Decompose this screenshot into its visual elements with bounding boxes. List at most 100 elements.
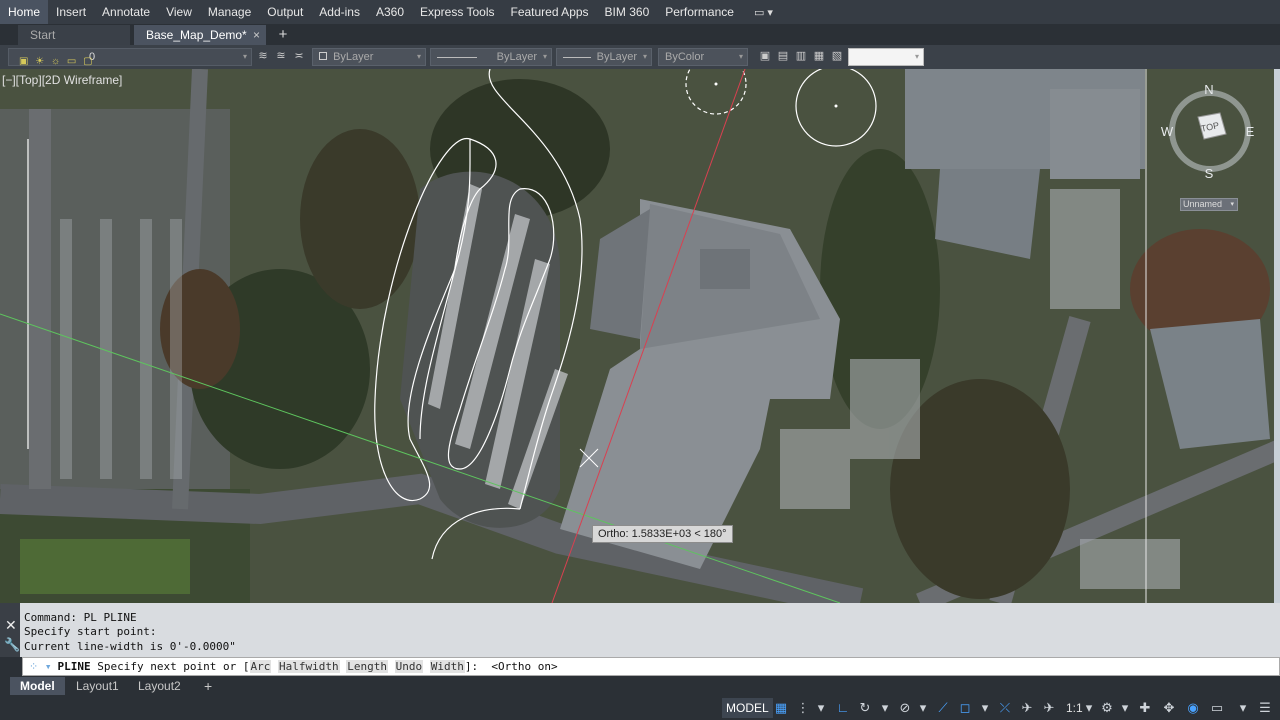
ucs-label: Unnamed: [1183, 199, 1223, 209]
chevron-down-icon: ▾: [1230, 201, 1234, 208]
viewport-controls-label[interactable]: [−][Top][2D Wireframe]: [2, 73, 122, 87]
command-prompt-end: ]: <Ortho on>: [464, 660, 558, 673]
command-prompt-icon[interactable]: ⁘ ▾: [23, 660, 57, 673]
tab-model[interactable]: Model: [10, 677, 65, 695]
chevron-down-icon[interactable]: ▾: [914, 699, 932, 717]
ortho-icon[interactable]: ∟: [834, 699, 852, 717]
plotstyle-value: ByColor: [665, 51, 705, 63]
gear-icon[interactable]: ⚙: [1098, 699, 1116, 717]
hardware-acceleration-icon[interactable]: ◉: [1184, 699, 1202, 717]
match-layer-icon[interactable]: ≋: [256, 49, 270, 63]
lineweight-dropdown[interactable]: ByLayer ▾: [556, 48, 652, 66]
view-icon-2[interactable]: ▤: [776, 49, 790, 63]
option-halfwidth[interactable]: Halfwidth: [278, 660, 340, 673]
view-icon-1[interactable]: ▣: [758, 49, 772, 63]
menu-icon[interactable]: ☰: [1256, 699, 1274, 717]
object-snap-icon[interactable]: ◻: [956, 699, 974, 717]
close-icon[interactable]: ×: [253, 25, 260, 45]
chevron-down-icon[interactable]: ▾: [812, 699, 830, 717]
compass-n[interactable]: N: [1204, 82, 1213, 97]
tab-label: Base_Map_Demo*: [146, 28, 247, 42]
ribbon-tab-bim360[interactable]: BIM 360: [597, 0, 658, 24]
option-width[interactable]: Width: [429, 660, 465, 673]
chevron-down-icon[interactable]: ▾: [1080, 699, 1098, 717]
annotation-visibility-icon[interactable]: ✈: [1018, 699, 1036, 717]
plus-icon[interactable]: ✚: [1136, 699, 1154, 717]
auto-scale-icon[interactable]: ✈: [1040, 699, 1058, 717]
color-dropdown[interactable]: ByLayer ▾: [312, 48, 426, 66]
command-history: ✕ 🔧 Command: PL PLINE Specify start poin…: [0, 603, 1280, 657]
linetype-preview: [437, 57, 477, 58]
object-snap-tracking-icon[interactable]: ⟋: [934, 699, 952, 717]
ribbon-tab-manage[interactable]: Manage: [200, 0, 259, 24]
grid-icon[interactable]: ▦: [772, 699, 790, 717]
chevron-down-icon: ▾: [542, 52, 547, 61]
compass-s[interactable]: S: [1205, 166, 1214, 181]
ribbon-tab-insert[interactable]: Insert: [48, 0, 94, 24]
option-length[interactable]: Length: [346, 660, 389, 673]
chevron-down-icon: ▾: [242, 52, 247, 61]
ribbon-tab-home[interactable]: Home: [0, 0, 49, 24]
drawing-viewport[interactable]: [−][Top][2D Wireframe] TOP N S E W Unnam…: [0, 69, 1280, 603]
ribbon-minimize-button[interactable]: ▭ ▾: [754, 6, 773, 19]
close-icon[interactable]: ✕: [5, 617, 17, 634]
plotstyle-dropdown[interactable]: ByColor ▾: [658, 48, 748, 66]
wrench-icon[interactable]: 🔧: [4, 637, 20, 653]
model-space-button[interactable]: MODEL: [722, 698, 773, 718]
isodraft-icon[interactable]: ⊘: [896, 699, 914, 717]
isolate-objects-icon[interactable]: ✥: [1160, 699, 1178, 717]
clean-screen-icon[interactable]: ▭: [1208, 699, 1226, 717]
ribbon-tab-a360[interactable]: A360: [368, 0, 412, 24]
ribbon-tab-performance[interactable]: Performance: [657, 0, 742, 24]
layer-state-icons: ▣ ☀ ☼ ▭ ▢: [19, 56, 95, 67]
autocad-window: Home Insert Annotate View Manage Output …: [0, 0, 1280, 720]
snap-icon[interactable]: ⋮: [794, 699, 812, 717]
view-icon-5[interactable]: ▧: [830, 49, 844, 63]
view-icon-3[interactable]: ▥: [794, 49, 808, 63]
properties-toolbar: ▣ ☀ ☼ ▭ ▢ 0 ▾ ≋ ≊ ≍ ByLayer ▾ ByLayer ▾ …: [0, 45, 1280, 69]
ucs-dropdown[interactable]: Unnamed ▾: [1180, 198, 1238, 211]
aerial-map-drawing: [0, 69, 1280, 603]
viewcube-icon[interactable]: TOP N S E W: [1160, 79, 1260, 189]
option-undo[interactable]: Undo: [394, 660, 424, 673]
polar-icon[interactable]: ↻: [856, 699, 874, 717]
named-view-dropdown[interactable]: ▾: [848, 48, 924, 66]
option-arc[interactable]: Arc: [249, 660, 272, 673]
color-value: ByLayer: [333, 51, 374, 63]
compass-w[interactable]: W: [1161, 124, 1174, 139]
tab-layout2[interactable]: Layout2: [128, 677, 191, 695]
viewport-scrollbar[interactable]: [1274, 69, 1280, 603]
ribbon-tab-featured-apps[interactable]: Featured Apps: [502, 0, 596, 24]
chevron-down-icon[interactable]: ▾: [976, 699, 994, 717]
new-tab-button[interactable]: +: [272, 25, 294, 45]
command-input[interactable]: ⁘ ▾ PLINE Specify next point or [Arc Half…: [22, 657, 1280, 676]
chevron-down-icon: ▾: [642, 52, 647, 61]
layer-dropdown[interactable]: ▣ ☀ ☼ ▭ ▢ 0 ▾: [8, 48, 252, 67]
command-side-bar: ✕ 🔧: [0, 603, 20, 657]
status-bar: MODEL ▦ ⋮ ▾ ∟ ↻ ▾ ⊘ ▾ ⟋ ◻ ▾ ⤫ ✈ ✈ 1:1 ▾ …: [0, 696, 1280, 720]
add-layout-button[interactable]: +: [194, 677, 222, 695]
chevron-down-icon[interactable]: ▾: [1234, 699, 1252, 717]
dynamic-ucs-icon[interactable]: ⤫: [996, 699, 1014, 717]
tab-base-map-demo[interactable]: Base_Map_Demo* ×: [134, 25, 266, 45]
lineweight-preview: [563, 57, 591, 58]
ribbon-tab-express-tools[interactable]: Express Tools: [412, 0, 502, 24]
layer-isolate-icon[interactable]: ≍: [292, 49, 306, 63]
linetype-value: ByLayer: [496, 51, 537, 63]
layout-tabs: Model Layout1 Layout2 +: [0, 676, 1280, 696]
ribbon-tab-addins[interactable]: Add-ins: [311, 0, 368, 24]
history-line: Command: PL PLINE: [24, 611, 137, 624]
layer-previous-icon[interactable]: ≊: [274, 49, 288, 63]
view-icon-4[interactable]: ▦: [812, 49, 826, 63]
linetype-dropdown[interactable]: ByLayer ▾: [430, 48, 552, 66]
chevron-down-icon[interactable]: ▾: [1116, 699, 1134, 717]
tab-start[interactable]: Start: [18, 25, 130, 45]
ribbon-tab-annotate[interactable]: Annotate: [94, 0, 158, 24]
compass-e[interactable]: E: [1246, 124, 1255, 139]
ortho-tooltip: Ortho: 1.5833E+03 < 180°: [592, 525, 733, 543]
ribbon-tab-output[interactable]: Output: [259, 0, 311, 24]
tab-layout1[interactable]: Layout1: [66, 677, 129, 695]
command-name: PLINE: [57, 660, 91, 673]
ribbon-tab-view[interactable]: View: [158, 0, 200, 24]
chevron-down-icon[interactable]: ▾: [876, 699, 894, 717]
